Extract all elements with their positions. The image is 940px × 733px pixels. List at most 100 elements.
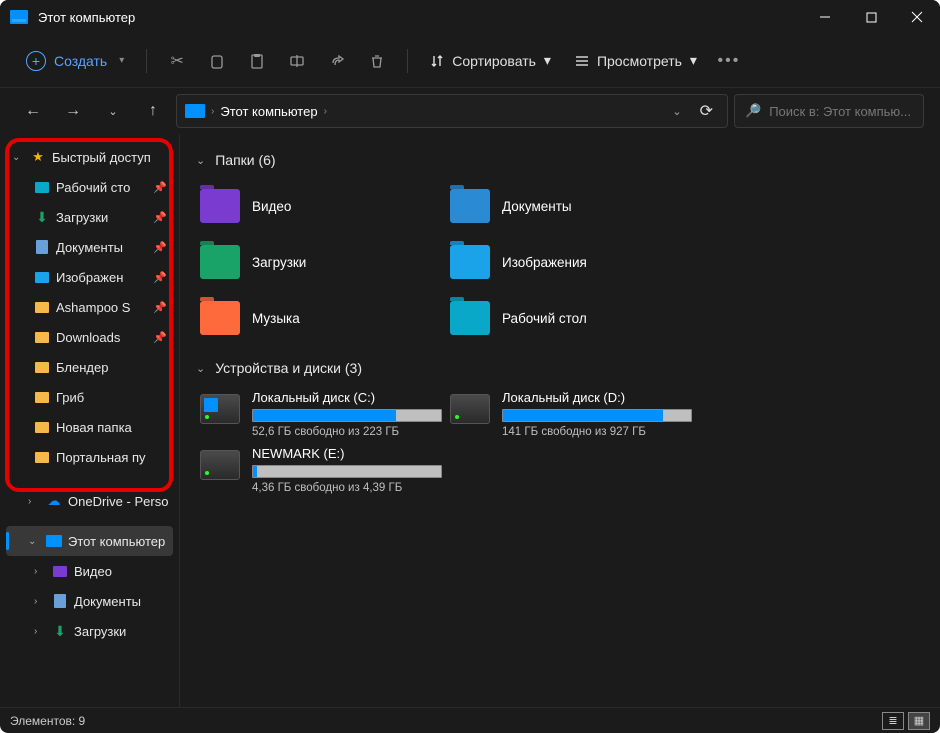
close-button[interactable] <box>894 0 940 34</box>
folder-icon <box>52 593 68 609</box>
sidebar-item-0[interactable]: Рабочий сто📌 <box>6 172 173 202</box>
folder-label: Музыка <box>252 311 300 326</box>
navigation-row: ← → ⌄ ↑ › Этот компьютер › ⌄ ⟳ 🔎 <box>0 88 940 134</box>
sidebar-pc-child-1[interactable]: ›Документы <box>6 586 173 616</box>
sidebar-item-label: Портальная пу <box>56 450 146 465</box>
sidebar-this-pc[interactable]: ⌄ Этот компьютер <box>6 526 173 556</box>
folders-title: Папки (6) <box>215 152 275 168</box>
folder-tile-5[interactable]: Рабочий стол <box>446 290 696 346</box>
forward-button[interactable]: → <box>56 94 90 128</box>
chevron-down-icon: ▾ <box>544 52 551 69</box>
more-icon: ••• <box>718 52 741 70</box>
sidebar-pc-child-2[interactable]: ›⬇Загрузки <box>6 616 173 646</box>
search-box[interactable]: 🔎 <box>734 94 924 128</box>
sidebar-item-1[interactable]: ⬇Загрузки📌 <box>6 202 173 232</box>
sidebar-quick-access[interactable]: ⌄ ★ Быстрый доступ <box>6 142 173 172</box>
sort-button[interactable]: Сортировать ▾ <box>420 46 561 75</box>
minimize-button[interactable] <box>802 0 848 34</box>
chevron-down-icon: ▾ <box>690 52 697 69</box>
folders-section-header[interactable]: ⌄ Папки (6) <box>196 152 924 168</box>
sidebar-item-8[interactable]: Новая папка <box>6 412 173 442</box>
folder-label: Загрузки <box>252 255 306 270</box>
drive-icon <box>200 450 240 480</box>
sidebar-onedrive[interactable]: › ☁ OneDrive - Perso <box>6 486 173 516</box>
folder-tile-1[interactable]: Документы <box>446 178 696 234</box>
quick-access-label: Быстрый доступ <box>52 150 151 165</box>
sidebar-item-9[interactable]: Портальная пу <box>6 442 173 472</box>
drive-free-text: 52,6 ГБ свободно из 223 ГБ <box>252 426 442 438</box>
tiles-view-button[interactable]: ▦ <box>908 712 930 730</box>
sidebar: ⌄ ★ Быстрый доступ Рабочий сто📌⬇Загрузки… <box>0 134 180 707</box>
folder-tile-2[interactable]: Загрузки <box>196 234 446 290</box>
recent-button[interactable]: ⌄ <box>96 94 130 128</box>
copy-icon <box>209 53 225 69</box>
star-icon: ★ <box>30 149 46 165</box>
chevron-right-icon: › <box>324 106 327 117</box>
drive-free-text: 141 ГБ свободно из 927 ГБ <box>502 426 692 438</box>
folder-icon <box>34 419 50 435</box>
folder-label: Изображения <box>502 255 587 270</box>
paste-button[interactable] <box>239 43 275 79</box>
window-controls <box>802 0 940 34</box>
folders-grid: Видео Документы Загрузки Изображения Музыка Р… <box>196 178 924 346</box>
sidebar-item-6[interactable]: Блендер <box>6 352 173 382</box>
pictures-icon <box>34 269 50 285</box>
sidebar-item-4[interactable]: Ashampoo S📌 <box>6 292 173 322</box>
new-button[interactable]: + Создать ▾ <box>16 45 134 77</box>
rename-button[interactable] <box>279 43 315 79</box>
status-bar: Элементов: 9 ≣ ▦ <box>0 707 940 733</box>
address-bar[interactable]: › Этот компьютер › ⌄ ⟳ <box>176 94 728 128</box>
drive-free-text: 4,36 ГБ свободно из 4,39 ГБ <box>252 482 442 494</box>
sidebar-item-7[interactable]: Гриб <box>6 382 173 412</box>
folder-label: Документы <box>502 199 572 214</box>
folder-label: Рабочий стол <box>502 311 587 326</box>
drive-icon <box>200 394 240 424</box>
pc-icon <box>185 104 205 118</box>
sidebar-pc-child-0[interactable]: ›Видео <box>6 556 173 586</box>
chevron-down-icon: ▾ <box>119 55 124 66</box>
refresh-button[interactable]: ⟳ <box>694 101 719 121</box>
status-text: Элементов: 9 <box>10 714 85 728</box>
folder-icon <box>200 189 240 223</box>
back-button[interactable]: ← <box>16 94 50 128</box>
drive-tile-0[interactable]: Локальный диск (C:)52,6 ГБ свободно из 2… <box>196 386 446 442</box>
sidebar-item-3[interactable]: Изображен📌 <box>6 262 173 292</box>
cut-button[interactable]: ✂ <box>159 43 195 79</box>
dropdown-button[interactable]: ⌄ <box>666 105 687 118</box>
view-button[interactable]: Просмотреть ▾ <box>565 46 707 75</box>
view-label: Просмотреть <box>597 53 682 69</box>
folder-tile-3[interactable]: Изображения <box>446 234 696 290</box>
drive-tile-1[interactable]: Локальный диск (D:)141 ГБ свободно из 92… <box>446 386 696 442</box>
folder-icon <box>200 301 240 335</box>
breadcrumb-location[interactable]: Этот компьютер <box>220 104 317 119</box>
rename-icon <box>289 53 305 69</box>
maximize-button[interactable] <box>848 0 894 34</box>
chevron-down-icon: ⌄ <box>196 154 205 167</box>
up-button[interactable]: ↑ <box>136 94 170 128</box>
this-pc-label: Этот компьютер <box>68 534 165 549</box>
drives-section-header[interactable]: ⌄ Устройства и диски (3) <box>196 360 924 376</box>
folder-tile-4[interactable]: Музыка <box>196 290 446 346</box>
search-input[interactable] <box>769 104 913 119</box>
drive-tile-2[interactable]: NEWMARK (E:)4,36 ГБ свободно из 4,39 ГБ <box>196 442 446 498</box>
share-button[interactable] <box>319 43 355 79</box>
cut-icon: ✂ <box>171 51 184 71</box>
sidebar-item-5[interactable]: Downloads📌 <box>6 322 173 352</box>
pin-icon: 📌 <box>153 181 167 194</box>
body: ⌄ ★ Быстрый доступ Рабочий сто📌⬇Загрузки… <box>0 134 940 707</box>
chevron-right-icon: › <box>28 496 40 507</box>
window-title: Этот компьютер <box>38 10 135 25</box>
desktop-icon <box>34 179 50 195</box>
folder-tile-0[interactable]: Видео <box>196 178 446 234</box>
drive-usage-bar <box>252 465 442 478</box>
maximize-icon <box>866 12 877 23</box>
delete-button[interactable] <box>359 43 395 79</box>
downloads-icon: ⬇ <box>34 209 50 225</box>
sidebar-item-2[interactable]: Документы📌 <box>6 232 173 262</box>
this-pc-icon <box>10 10 28 24</box>
copy-button[interactable] <box>199 43 235 79</box>
pin-icon: 📌 <box>153 241 167 254</box>
details-view-button[interactable]: ≣ <box>882 712 904 730</box>
more-button[interactable]: ••• <box>711 43 747 79</box>
minimize-icon <box>819 11 831 23</box>
